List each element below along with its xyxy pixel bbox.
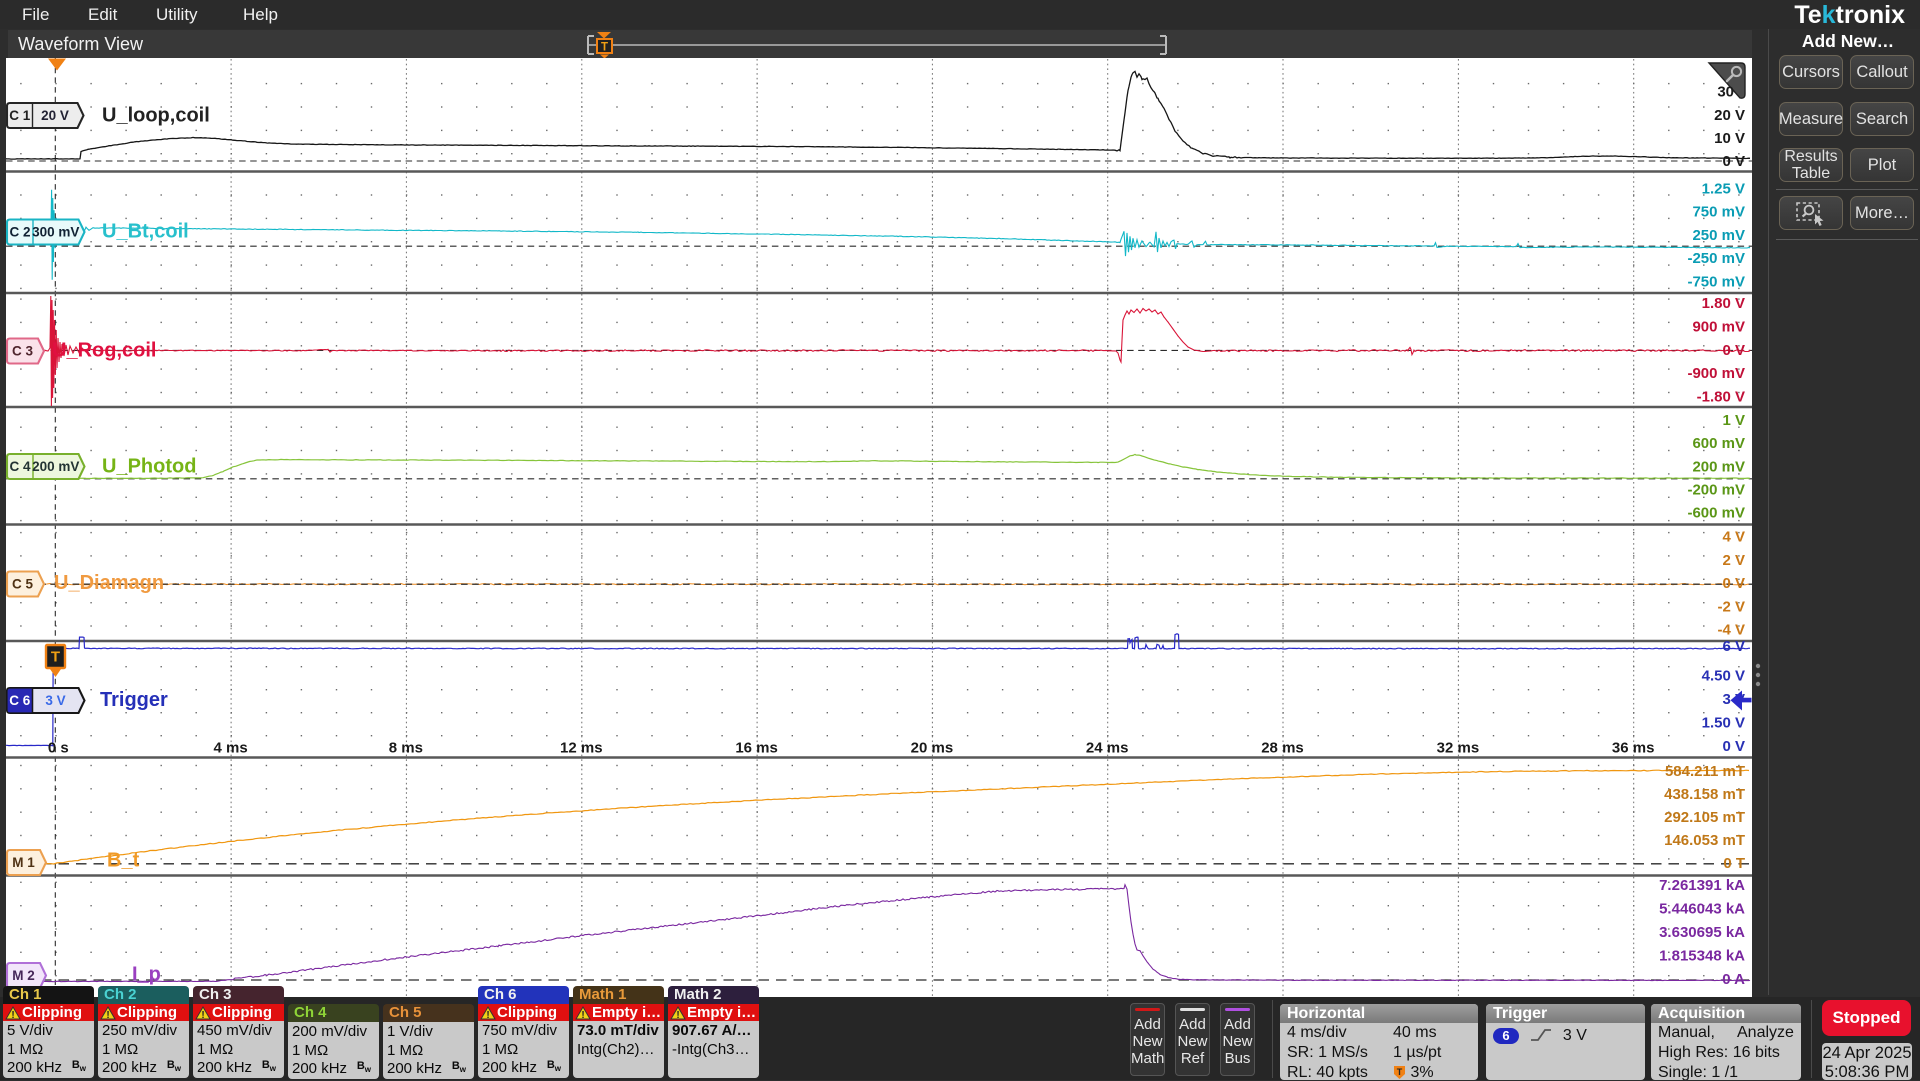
svg-text:!: !	[676, 1010, 679, 1020]
svg-text:1 V: 1 V	[1722, 412, 1745, 429]
svg-text:0 A: 0 A	[1722, 971, 1745, 988]
svg-text:C 2: C 2	[9, 225, 30, 240]
svg-text:900 mV: 900 mV	[1692, 318, 1745, 335]
svg-text:4 V: 4 V	[1722, 528, 1745, 545]
svg-text:-600 mV: -600 mV	[1687, 504, 1745, 521]
svg-text:36 ms: 36 ms	[1612, 739, 1655, 756]
svg-text:0 V: 0 V	[1722, 575, 1745, 592]
svg-text:3 V: 3 V	[45, 693, 65, 708]
svg-text:B_t: B_t	[107, 849, 140, 871]
svg-text:U_Photod: U_Photod	[102, 455, 196, 477]
svg-text:-2 V: -2 V	[1717, 598, 1745, 615]
svg-text:0 V: 0 V	[1722, 342, 1745, 359]
svg-text:0 V: 0 V	[1722, 153, 1745, 170]
svg-text:6 V: 6 V	[1722, 638, 1745, 655]
svg-text:4 ms: 4 ms	[213, 739, 247, 756]
svg-text:C 1: C 1	[9, 108, 31, 123]
svg-text:600 mV: 600 mV	[1692, 435, 1745, 452]
svg-text:Trigger: Trigger	[100, 689, 168, 711]
svg-text:U_Diamagn: U_Diamagn	[54, 572, 164, 594]
svg-text:T: T	[1397, 1067, 1403, 1077]
svg-text:C 5: C 5	[12, 577, 34, 592]
svg-text:I_p: I_p	[132, 963, 161, 985]
svg-text:16 ms: 16 ms	[735, 739, 778, 756]
svg-text:!: !	[201, 1010, 204, 1020]
svg-text:M 2: M 2	[12, 968, 35, 983]
svg-text:C 4: C 4	[9, 459, 31, 474]
svg-text:!: !	[581, 1010, 584, 1020]
svg-text:292.105 mT: 292.105 mT	[1664, 809, 1745, 826]
svg-text:4.50 V: 4.50 V	[1702, 667, 1745, 684]
svg-text:-200 mV: -200 mV	[1687, 481, 1745, 498]
svg-text:20 ms: 20 ms	[911, 739, 954, 756]
svg-text:1.80 V: 1.80 V	[1702, 295, 1745, 312]
svg-text:200 mV: 200 mV	[1692, 458, 1745, 475]
svg-text:200 mV: 200 mV	[32, 459, 79, 474]
svg-text:!: !	[11, 1010, 14, 1020]
svg-text:12 ms: 12 ms	[560, 739, 603, 756]
svg-text:32 ms: 32 ms	[1437, 739, 1480, 756]
svg-text:!: !	[106, 1010, 109, 1020]
svg-text:5.446043 kA: 5.446043 kA	[1659, 900, 1745, 917]
svg-text:20 V: 20 V	[41, 108, 69, 123]
svg-text:2 V: 2 V	[1722, 552, 1745, 569]
svg-text:7.261391 kA: 7.261391 kA	[1659, 877, 1745, 894]
svg-text:0 s: 0 s	[48, 739, 69, 756]
svg-text:C 6: C 6	[9, 693, 31, 708]
svg-text:-750 mV: -750 mV	[1687, 273, 1745, 290]
svg-text:1.50 V: 1.50 V	[1702, 714, 1745, 731]
svg-text:750 mV: 750 mV	[1692, 203, 1745, 220]
svg-text:30: 30	[1717, 83, 1734, 100]
svg-text:T: T	[51, 648, 60, 665]
svg-text:300 mV: 300 mV	[32, 225, 79, 240]
svg-text:!: !	[486, 1010, 489, 1020]
svg-text:1.25 V: 1.25 V	[1702, 180, 1745, 197]
svg-text:8 ms: 8 ms	[389, 739, 423, 756]
svg-text:24 ms: 24 ms	[1086, 739, 1129, 756]
svg-text:-900 mV: -900 mV	[1687, 365, 1745, 382]
svg-text:28 ms: 28 ms	[1261, 739, 1304, 756]
svg-text:584.211 mT: 584.211 mT	[1665, 763, 1745, 780]
svg-text:0 T: 0 T	[1723, 855, 1745, 872]
svg-text:10 V: 10 V	[1714, 130, 1745, 147]
svg-text:20 V: 20 V	[1714, 107, 1745, 124]
svg-text:438.158 mT: 438.158 mT	[1664, 786, 1745, 803]
svg-text:U_Rog,coil: U_Rog,coil	[52, 339, 156, 361]
svg-text:C 3: C 3	[12, 344, 34, 359]
svg-text:-4 V: -4 V	[1717, 621, 1745, 638]
svg-text:-250 mV: -250 mV	[1687, 250, 1745, 267]
svg-text:250 mV: 250 mV	[1692, 227, 1745, 244]
svg-text:146.053 mT: 146.053 mT	[1664, 832, 1745, 849]
svg-text:0 V: 0 V	[1722, 738, 1745, 755]
svg-text:-1.80 V: -1.80 V	[1697, 388, 1745, 405]
svg-text:U_Bt,coil: U_Bt,coil	[102, 220, 189, 242]
svg-text:1.815348 kA: 1.815348 kA	[1659, 947, 1745, 964]
svg-text:M 1: M 1	[12, 855, 35, 870]
svg-text:3.630695 kA: 3.630695 kA	[1659, 924, 1745, 941]
svg-text:U_loop,coil: U_loop,coil	[102, 104, 210, 126]
svg-text:T: T	[601, 42, 608, 54]
